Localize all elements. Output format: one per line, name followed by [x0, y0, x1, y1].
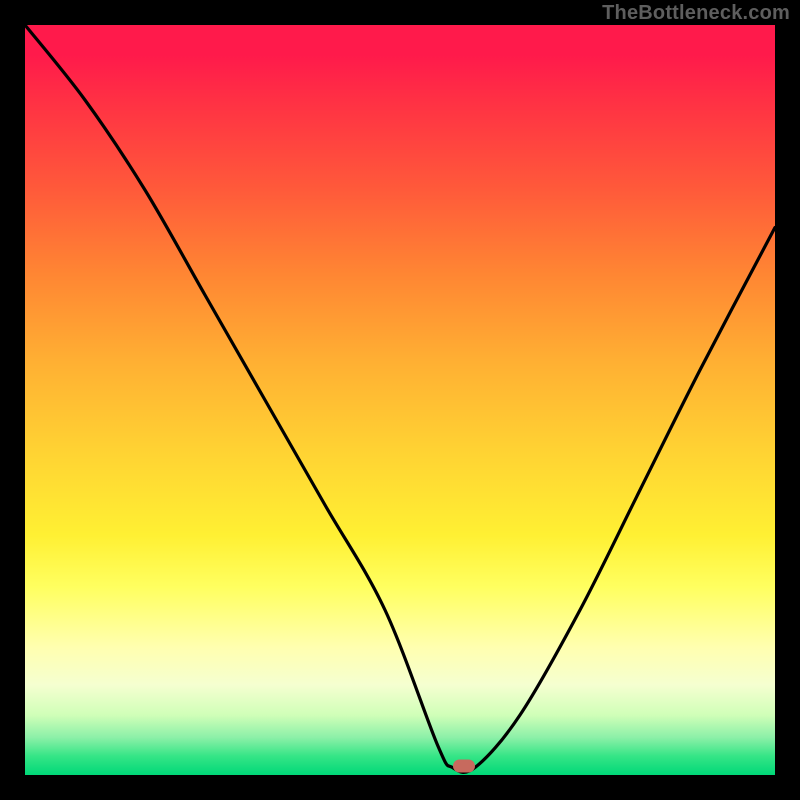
- chart-stage: TheBottleneck.com: [0, 0, 800, 800]
- optimal-point-marker: [453, 760, 475, 773]
- plot-area: [25, 25, 775, 775]
- watermark-text: TheBottleneck.com: [602, 2, 790, 25]
- bottleneck-curve: [25, 25, 775, 775]
